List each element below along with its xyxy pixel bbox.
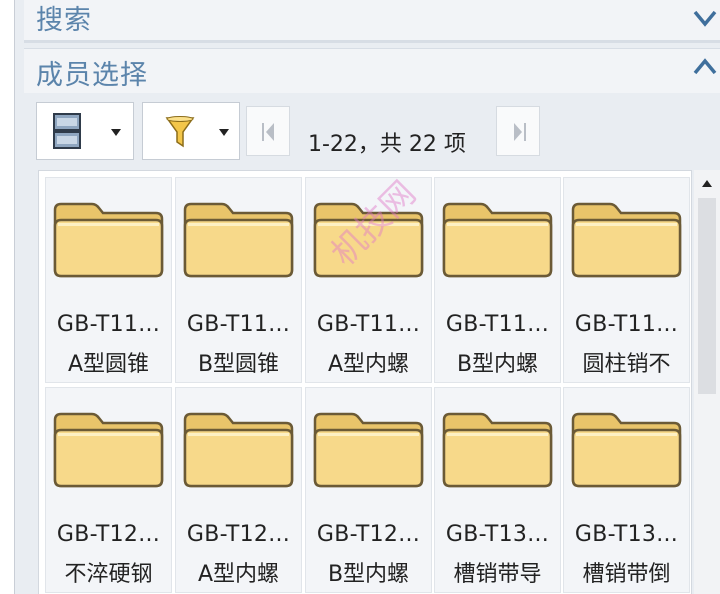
member-tile[interactable]: GB-T11... B型圆锥 [175,177,302,383]
member-name: GB-T12... [56,522,161,547]
member-selection-title: 成员选择 [36,60,148,91]
last-page-icon [514,123,526,141]
folder-icon [53,202,164,278]
member-tile[interactable]: GB-T11... B型内螺 [434,177,561,383]
member-name: GB-T11... [186,312,291,337]
folder-icon [183,202,294,278]
member-description: A型内螺 [327,352,410,377]
filter-dropdown-arrow[interactable] [219,129,229,136]
chevron-down-icon[interactable] [692,2,718,32]
first-page-icon [262,123,274,141]
member-description: 槽销带导 [453,562,542,587]
member-tile[interactable]: GB-T12... B型内螺 [305,387,432,593]
left-panel-border [0,0,15,594]
member-description: B型内螺 [327,562,410,587]
folder-icon [442,202,553,278]
member-tile[interactable]: GB-T12... 不淬硬钢 [45,387,172,593]
vertical-scrollbar[interactable] [694,170,720,594]
folder-icon [313,412,424,488]
funnel-filter-icon [165,116,195,148]
member-name: GB-T13... [445,522,550,547]
member-name: GB-T12... [186,522,291,547]
member-tile[interactable]: GB-T13... 槽销带导 [434,387,561,593]
folder-icon [571,202,682,278]
search-section-header[interactable]: 搜索 [24,0,720,43]
member-description: B型圆锥 [197,352,280,377]
member-tile[interactable]: GB-T11... A型圆锥 [45,177,172,383]
last-page-button[interactable] [496,106,540,156]
member-name: GB-T11... [445,312,550,337]
folder-icon [571,412,682,488]
scrollbar-thumb[interactable] [698,198,716,394]
member-tile[interactable]: GB-T12... A型内螺 [175,387,302,593]
member-name: GB-T12... [316,522,421,547]
folder-icon [183,412,294,488]
member-tile[interactable]: GB-T13... 槽销带倒 [563,387,690,593]
search-section-title: 搜索 [36,5,92,36]
page-range-text: 1-22，共 22 项 [308,132,466,157]
member-name: GB-T11... [56,312,161,337]
member-description: B型内螺 [456,352,539,377]
member-description: A型圆锥 [67,352,150,377]
folder-icon [53,412,164,488]
view-mode-dropdown-arrow[interactable] [111,129,121,136]
folder-icon [442,412,553,488]
member-selection-header[interactable]: 成员选择 [24,48,720,93]
member-name: GB-T11... [316,312,421,337]
member-name: GB-T11... [574,312,679,337]
member-description: 圆柱销不 [582,352,671,377]
member-description: A型内螺 [197,562,280,587]
member-tile[interactable]: GB-T11... 圆柱销不 [563,177,690,383]
chevron-up-icon[interactable] [692,51,718,81]
member-name: GB-T13... [574,522,679,547]
filter-button[interactable] [142,102,240,160]
scroll-up-arrow[interactable] [702,180,712,187]
member-description: 槽销带倒 [582,562,671,587]
member-toolbar: 1-22，共 22 项 [36,100,690,164]
member-description: 不淬硬钢 [64,562,153,587]
palette-view-icon [53,113,81,149]
first-page-button[interactable] [246,106,290,156]
view-mode-button[interactable] [36,102,134,160]
